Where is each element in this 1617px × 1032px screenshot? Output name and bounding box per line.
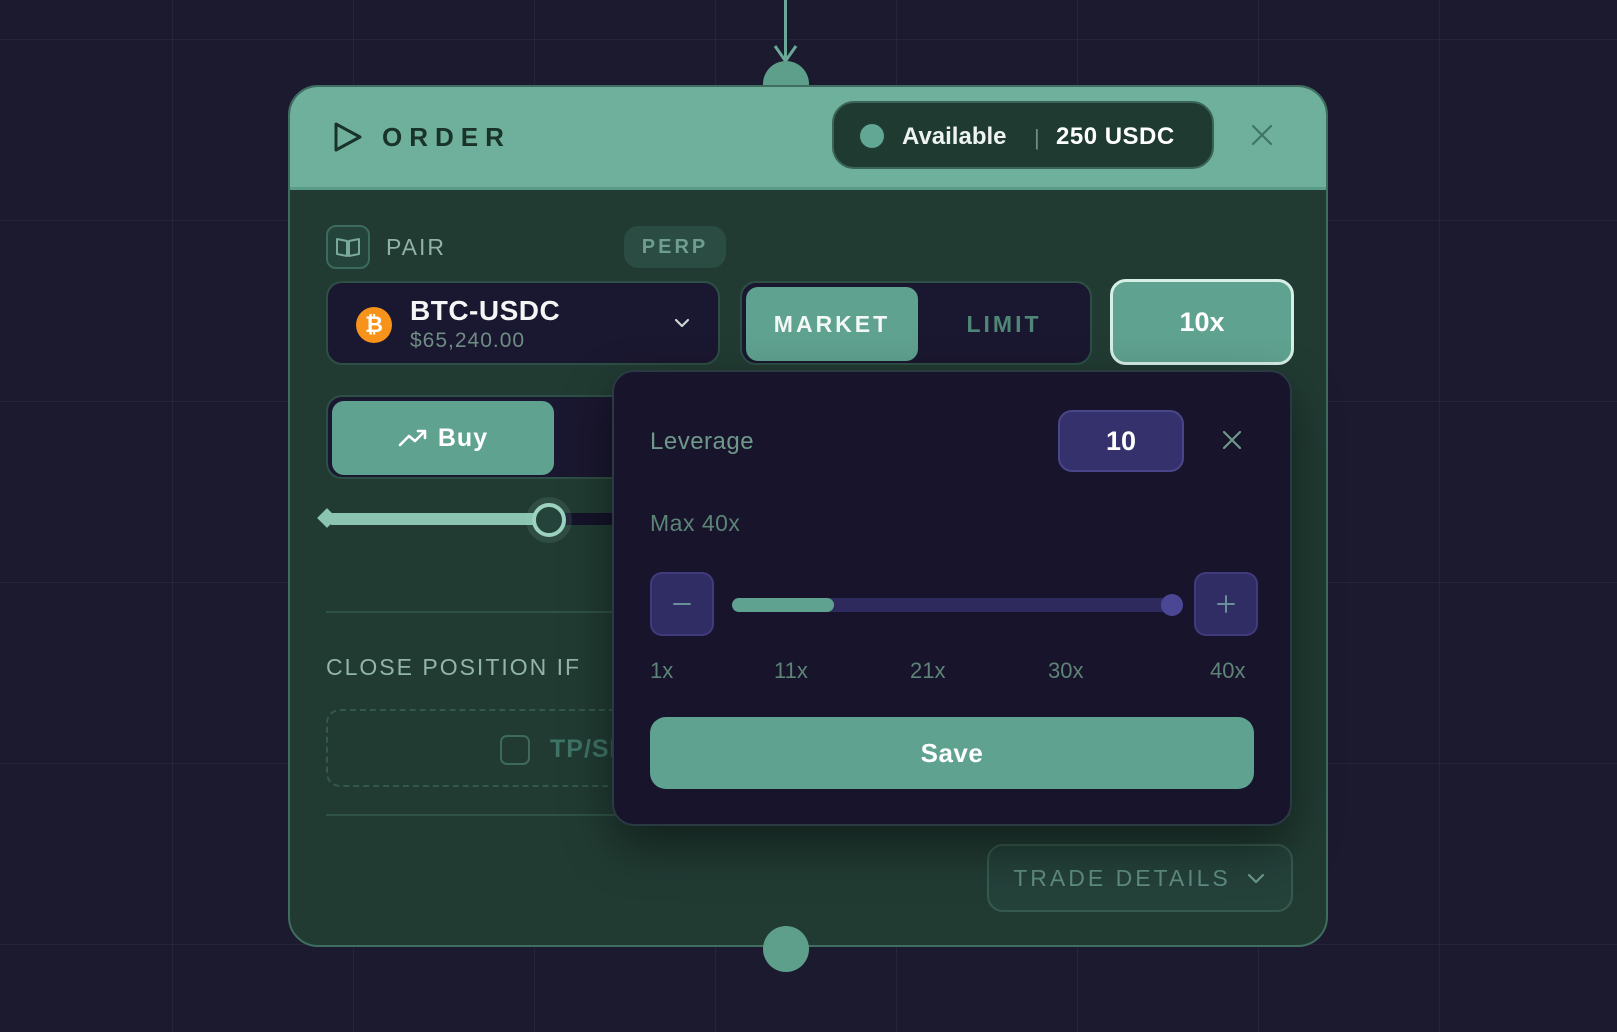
- available-balance-pill: Available | 250 USDC: [832, 101, 1214, 169]
- leverage-tick: 21x: [910, 658, 946, 683]
- pair-symbol: BTC-USDC: [410, 295, 561, 326]
- decrease-leverage-button[interactable]: [650, 572, 714, 636]
- chevron-down-icon: [1247, 873, 1264, 884]
- buy-button[interactable]: Buy: [332, 401, 554, 475]
- close-position-label: CLOSE POSITION IF: [326, 654, 582, 680]
- trade-details-button[interactable]: TRADE DETAILS: [987, 844, 1293, 912]
- bitcoin-icon: ₿: [356, 307, 392, 343]
- trending-up-icon: [398, 429, 427, 447]
- leverage-popover: Leverage 10 Max 40x 1x 11x 21x 30x 40x S…: [612, 370, 1292, 826]
- leverage-input[interactable]: 10: [1058, 410, 1184, 472]
- trade-details-label: TRADE DETAILS: [1013, 864, 1231, 891]
- pair-price: $65,240.00: [410, 329, 526, 352]
- play-icon: [334, 122, 362, 152]
- pair-section-icon: [326, 225, 370, 269]
- pair-select[interactable]: ₿ BTC-USDC $65,240.00: [326, 281, 720, 365]
- available-amount: 250 USDC: [1056, 123, 1175, 150]
- save-button[interactable]: Save: [650, 717, 1254, 789]
- available-separator: |: [1034, 125, 1040, 150]
- leverage-slider-handle[interactable]: [1161, 594, 1183, 616]
- tab-market[interactable]: MARKET: [746, 287, 918, 361]
- available-label: Available: [902, 123, 1007, 150]
- leverage-label: Leverage: [650, 428, 755, 455]
- max-leverage-label: Max 40x: [650, 510, 741, 536]
- increase-leverage-button[interactable]: [1194, 572, 1258, 636]
- buy-label: Buy: [437, 423, 489, 452]
- chevron-down-icon: [674, 318, 690, 328]
- order-card-header: ORDER Available | 250 USDC: [290, 87, 1326, 190]
- book-icon: [336, 238, 360, 257]
- tab-limit[interactable]: LIMIT: [918, 287, 1090, 361]
- leverage-tick: 30x: [1048, 658, 1084, 683]
- order-type-toggle: MARKET LIMIT: [740, 281, 1092, 365]
- close-icon[interactable]: [1220, 428, 1244, 452]
- plus-icon: [1217, 595, 1235, 613]
- order-title: ORDER: [382, 122, 511, 152]
- leverage-button[interactable]: 10x: [1110, 279, 1294, 365]
- output-node-handle[interactable]: [763, 926, 809, 972]
- pair-label: PAIR: [386, 234, 446, 260]
- amount-slider-fill: [330, 513, 542, 525]
- leverage-tick: 11x: [774, 658, 808, 683]
- minus-icon: [673, 603, 691, 605]
- perp-badge: PERP: [624, 226, 726, 268]
- tpsl-checkbox[interactable]: [500, 735, 530, 765]
- status-dot: [860, 124, 884, 148]
- close-icon[interactable]: [1250, 123, 1274, 147]
- amount-slider-handle[interactable]: [532, 503, 566, 537]
- leverage-tick: 40x: [1210, 658, 1246, 683]
- leverage-tick: 1x: [650, 658, 674, 683]
- leverage-slider-fill: [732, 598, 834, 612]
